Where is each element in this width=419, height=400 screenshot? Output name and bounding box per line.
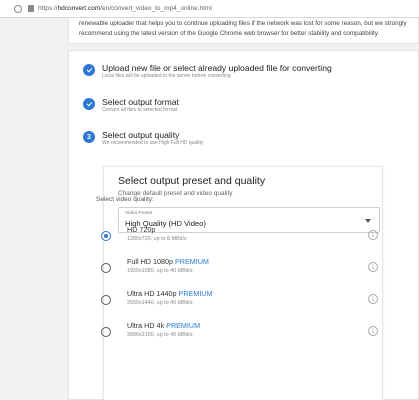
premium-badge: PREMIUM [174,257,209,266]
step-subtitle: Local files will be uploaded to the serv… [102,73,231,79]
quality-name-text: Ultra HD 1440p [127,289,177,298]
info-icon[interactable] [14,4,22,13]
step-number-badge: 3 [83,131,95,143]
step-upload[interactable]: Upload new file or select already upload… [83,63,332,80]
video-quality-label: Select video quality: [96,196,154,203]
quality-option-720p[interactable]: HD 720p 1280x720, up to 8 MBit/s i [99,223,399,251]
premium-badge: PREMIUM [166,321,201,330]
notice-line-2: recommend using the latest version of th… [79,30,380,37]
video-preset-label: Video Preset [125,211,153,216]
quality-name: Ultra HD 1440p PREMIUM [127,289,213,298]
radio-icon[interactable] [101,295,111,305]
browser-address-bar[interactable]: https://hdconvert.com/en/convert_video_t… [0,0,419,18]
quality-name: Ultra HD 4k PREMIUM [127,321,200,330]
quality-name: Full HD 1080p PREMIUM [127,257,209,266]
url-host: hdconvert.com [57,5,101,12]
converter-card: Upload new file or select already upload… [68,50,419,400]
url-scheme: https:// [38,5,58,12]
check-icon [83,98,95,110]
premium-badge: PREMIUM [178,289,213,298]
quality-name-text: HD 720p [127,225,156,234]
info-icon[interactable]: i [368,294,378,304]
quality-name-text: Full HD 1080p [127,257,173,266]
quality-detail: 3996x2160, up to 40 MBit/s [127,332,193,338]
url-text[interactable]: https://hdconvert.com/en/convert_video_t… [38,5,212,12]
step-output-quality[interactable]: 3 Select output quality We recommended t… [83,130,203,147]
radio-icon[interactable] [101,263,111,273]
step-output-format[interactable]: Select output format Convert all files t… [83,97,179,114]
quality-option-4k[interactable]: Ultra HD 4k PREMIUM 3996x2160, up to 40 … [99,319,399,347]
radio-selected-icon[interactable] [101,231,111,241]
lock-icon [28,5,34,12]
quality-option-1080p[interactable]: Full HD 1080p PREMIUM 1920x1080, up to 4… [99,255,399,283]
info-icon[interactable]: i [368,230,378,240]
info-icon[interactable]: i [368,326,378,336]
quality-detail: 2560x1440, up to 40 MBit/s [127,300,193,306]
info-icon[interactable]: i [368,262,378,272]
url-path: /en/convert_video_to_mp4_online.html [100,5,212,12]
quality-detail: 1280x720, up to 8 MBit/s [127,236,187,242]
step-title: Select output format [102,97,179,107]
step-subtitle: Convert all files to selected format [102,107,178,113]
preset-panel-subtitle: Change default preset and video quality [118,190,233,197]
quality-name: HD 720p [127,225,155,234]
check-icon [83,64,95,76]
notice-line-1: renewable uploader that helps you to con… [79,20,407,27]
step-subtitle: We recommended to use High Full HD quali… [102,140,204,146]
preset-panel-title: Select output preset and quality [118,175,266,187]
step-title: Upload new file or select already upload… [102,63,332,73]
quality-detail: 1920x1080, up to 40 MBit/s [127,268,193,274]
quality-option-1440p[interactable]: Ultra HD 1440p PREMIUM 2560x1440, up to … [99,287,399,315]
browser-notice: renewable uploader that helps you to con… [68,18,419,44]
step-title: Select output quality [102,130,180,140]
radio-icon[interactable] [101,327,111,337]
quality-name-text: Ultra HD 4k [127,321,165,330]
